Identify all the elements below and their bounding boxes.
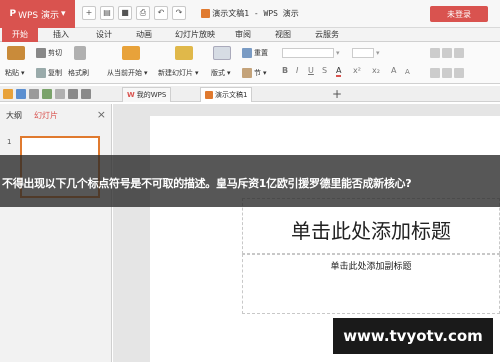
new-slide-button[interactable]: 新建幻灯片 ▾ <box>158 68 199 78</box>
layout-label: 版式 <box>211 69 225 77</box>
layout-button[interactable]: 版式 ▾ <box>211 68 231 78</box>
reset-label: 重置 <box>254 49 268 57</box>
section-icon <box>242 68 252 78</box>
font-color-button[interactable]: A <box>336 66 342 77</box>
undo-icon[interactable] <box>68 89 78 99</box>
doc-tab-label: 演示文稿1 <box>215 91 248 99</box>
wps-presentation-window: P WPS 演示 ▾ + ▤ ■ ⎙ ↶ ↷ 演示文稿1 - WPS 演示 未登… <box>0 0 500 362</box>
bold-button[interactable]: B <box>282 66 288 75</box>
format-painter-icon[interactable] <box>74 46 86 60</box>
section-button[interactable]: 节 ▾ <box>242 68 267 78</box>
tab-outline[interactable]: 大纲 <box>6 110 22 121</box>
copy-button[interactable]: 复制 <box>36 68 62 78</box>
align-left-icon[interactable] <box>430 68 440 78</box>
font-grow-button[interactable]: A <box>391 66 396 75</box>
format-painter-button[interactable]: 格式刷 <box>68 68 89 78</box>
reset-icon <box>242 48 252 58</box>
banner-text: 不得出现以下几个标点符号是不可取的描述。皇马斥资1亿欧引援罗德里能否成新核心? <box>2 177 412 190</box>
overlay-banner: 不得出现以下几个标点符号是不可取的描述。皇马斥资1亿欧引援罗德里能否成新核心? <box>0 155 500 207</box>
paste-button[interactable]: 粘贴 ▾ <box>5 68 25 78</box>
underline-button[interactable]: U <box>308 66 314 75</box>
from-current-button[interactable]: 从当前开始 ▾ <box>107 68 148 78</box>
print-icon[interactable] <box>29 89 39 99</box>
menu-tabs: 开始 插入 设计 动画 幻灯片放映 审阅 视图 云服务 <box>0 28 500 42</box>
subscript-button[interactable]: x₂ <box>372 66 380 75</box>
chevron-down-icon: ▾ <box>376 49 380 57</box>
superscript-button[interactable]: x² <box>353 66 361 75</box>
copy-icon <box>36 68 46 78</box>
wps-w-icon: W <box>127 91 135 99</box>
doc-tab-label: 我的WPS <box>136 91 167 99</box>
title-bar: P WPS 演示 ▾ + ▤ ■ ⎙ ↶ ↷ 演示文稿1 - WPS 演示 未登… <box>0 0 500 28</box>
play-from-current-icon[interactable] <box>122 46 140 60</box>
cut-button[interactable]: 剪切 <box>36 48 62 58</box>
chevron-down-icon: ▾ <box>144 69 148 77</box>
tab-insert[interactable]: 插入 <box>43 28 79 42</box>
tab-review[interactable]: 审阅 <box>225 28 261 42</box>
reset-button[interactable]: 重置 <box>242 48 268 58</box>
bullets-icon[interactable] <box>430 48 440 58</box>
doc-tab-my-wps[interactable]: W 我的WPS <box>122 87 172 102</box>
login-button[interactable]: 未登录 <box>430 6 488 22</box>
new-slide-label: 新建幻灯片 <box>158 69 193 77</box>
quick-access-toolbar: W 我的WPS 演示文稿1 + <box>0 86 500 102</box>
subtitle-placeholder[interactable]: 单击此处添加副标题 <box>242 254 500 314</box>
window-title: 演示文稿1 - WPS 演示 <box>0 8 500 19</box>
redo-icon[interactable] <box>81 89 91 99</box>
italic-button[interactable]: I <box>296 66 298 75</box>
scissors-icon <box>36 48 46 58</box>
chevron-down-icon: ▾ <box>227 69 231 77</box>
thumbnail-number: 1 <box>7 138 12 146</box>
new-tab-plus-icon[interactable]: + <box>332 87 342 101</box>
font-box[interactable]: ▾ <box>282 48 340 58</box>
font-shrink-button[interactable]: A <box>405 68 410 76</box>
tab-view[interactable]: 视图 <box>265 28 301 42</box>
ribbon: 粘贴 ▾ 剪切 复制 格式刷 从当前开始 ▾ 新建幻灯片 ▾ 版式 ▾ 重置 节 ▾ B … <box>0 42 500 84</box>
chevron-down-icon: ▾ <box>21 69 25 77</box>
paste-label: 粘贴 <box>5 69 19 77</box>
numbering-icon[interactable] <box>442 48 452 58</box>
tab-slideshow[interactable]: 幻灯片放映 <box>166 28 224 42</box>
title-placeholder-text: 单击此处添加标题 <box>291 219 451 243</box>
quick-icons <box>3 89 91 99</box>
layout-icon[interactable] <box>213 46 231 60</box>
font-size-box[interactable]: ▾ <box>352 48 380 58</box>
tab-cloud[interactable]: 云服务 <box>305 28 349 42</box>
tab-slides[interactable]: 幻灯片 <box>34 110 58 121</box>
presentation-doc-icon <box>201 9 211 18</box>
from-current-label: 从当前开始 <box>107 69 142 77</box>
site-watermark: www.tvyotv.com <box>333 318 493 354</box>
save-icon[interactable] <box>16 89 26 99</box>
subtitle-placeholder-text: 单击此处添加副标题 <box>330 262 412 272</box>
tab-animation[interactable]: 动画 <box>126 28 162 42</box>
presentation-doc-icon <box>205 91 213 99</box>
section-label: 节 <box>254 69 261 77</box>
chevron-down-icon: ▾ <box>195 69 199 77</box>
open-icon[interactable] <box>3 89 13 99</box>
close-icon[interactable]: × <box>97 108 106 121</box>
tab-start[interactable]: 开始 <box>2 28 38 42</box>
export-icon[interactable] <box>42 89 52 99</box>
tab-design[interactable]: 设计 <box>86 28 122 42</box>
strikethrough-button[interactable]: S <box>322 66 327 75</box>
panel-tabs: 大纲 幻灯片 × <box>0 108 112 124</box>
preview-icon[interactable] <box>55 89 65 99</box>
align-icons <box>430 68 464 78</box>
align-center-icon[interactable] <box>442 68 452 78</box>
copy-label: 复制 <box>48 69 62 77</box>
paragraph-icons <box>430 48 464 58</box>
paste-icon[interactable] <box>7 46 25 60</box>
window-title-text: 演示文稿1 - WPS 演示 <box>212 9 299 18</box>
align-right-icon[interactable] <box>454 68 464 78</box>
chevron-down-icon: ▾ <box>336 49 340 57</box>
doc-tab-presentation[interactable]: 演示文稿1 <box>200 87 253 102</box>
slides-panel: 大纲 幻灯片 × 1 <box>0 104 112 362</box>
chevron-down-icon: ▾ <box>263 69 267 77</box>
indent-icon[interactable] <box>454 48 464 58</box>
cut-label: 剪切 <box>48 49 62 57</box>
new-slide-icon[interactable] <box>175 46 193 60</box>
